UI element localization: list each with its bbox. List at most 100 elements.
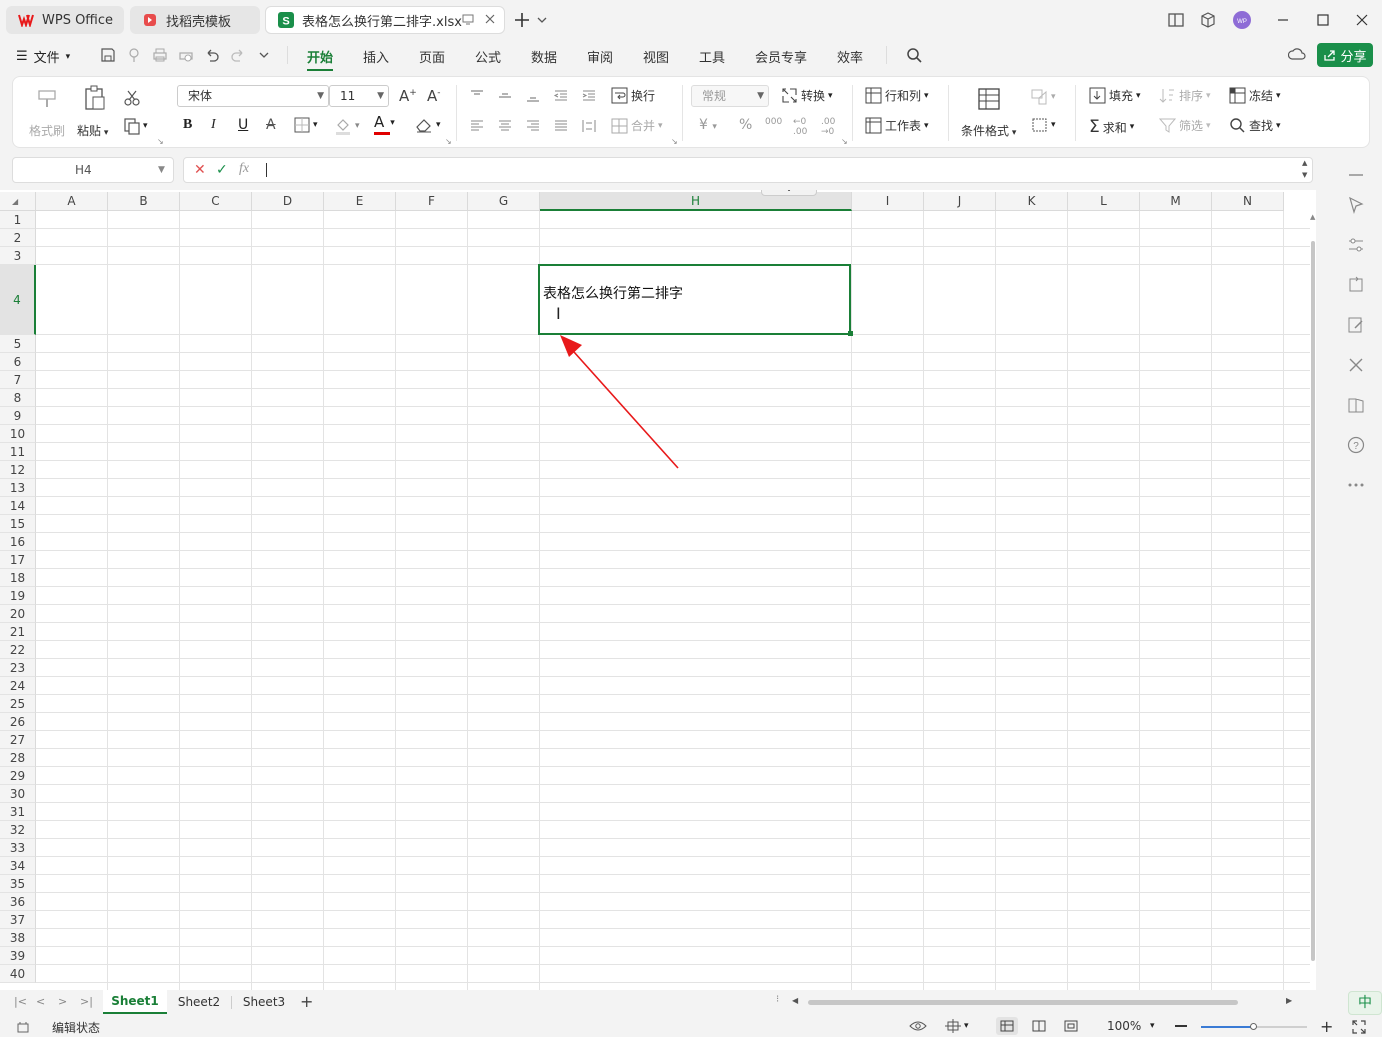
align-bottom-icon[interactable] (525, 89, 541, 103)
row-header-31[interactable]: 31 (0, 803, 36, 821)
split-handle[interactable]: ⁝ (776, 994, 779, 1005)
avatar[interactable]: WP (1233, 11, 1251, 29)
distributed-icon[interactable] (581, 119, 597, 133)
zoom-out-icon[interactable] (1175, 1025, 1187, 1027)
horizontal-scrollbar-thumb[interactable] (808, 1000, 1238, 1005)
column-header-i[interactable]: I (852, 192, 924, 211)
active-cell-text[interactable]: 表格怎么换行第二排字 (543, 283, 683, 303)
column-header-e[interactable]: E (324, 192, 396, 211)
conditional-format-button[interactable]: 条件格式 ▾ (959, 83, 1019, 143)
zoom-slider[interactable] (1201, 1023, 1307, 1030)
row-header-4[interactable]: 4 (0, 265, 36, 335)
sort-button[interactable]: 排序 ▾ (1159, 87, 1211, 104)
file-menu[interactable]: ☰ 文件 ▾ (16, 47, 70, 66)
column-header-m[interactable]: M (1140, 192, 1212, 211)
sheet-tab-sheet3[interactable]: Sheet3 (233, 990, 295, 1014)
tab-data[interactable]: 数据 (531, 47, 557, 66)
tab-member[interactable]: 会员专享 (755, 47, 807, 66)
row-header-17[interactable]: 17 (0, 551, 36, 569)
scroll-up-icon[interactable]: ▲ (1310, 213, 1315, 221)
select-pointer-icon[interactable] (1346, 195, 1366, 215)
formula-scroll-up-icon[interactable]: ▲ (1302, 159, 1307, 167)
close-window-icon[interactable] (1353, 11, 1371, 29)
help-icon[interactable]: ? (1346, 435, 1366, 455)
sheet-tab-sheet2[interactable]: Sheet2 (168, 990, 230, 1014)
page-break-view-icon[interactable] (1064, 1020, 1078, 1032)
row-header-30[interactable]: 30 (0, 785, 36, 803)
row-header-20[interactable]: 20 (0, 605, 36, 623)
normal-view-button[interactable] (996, 1017, 1018, 1035)
decrease-font-icon[interactable]: A- (427, 87, 441, 105)
page-layout-view-icon[interactable] (1032, 1020, 1046, 1032)
row-header-38[interactable]: 38 (0, 929, 36, 947)
alignment-launcher-icon[interactable]: ↘ (671, 137, 678, 146)
tools-icon[interactable] (1346, 355, 1366, 375)
new-tab-icon[interactable] (514, 12, 530, 28)
wrap-text-button[interactable]: 换行 (611, 87, 655, 104)
close-tab-icon[interactable] (484, 13, 496, 25)
edit-doc-icon[interactable] (1346, 315, 1366, 335)
select-all-corner[interactable]: ◢ (0, 192, 36, 211)
font-name-select[interactable]: 宋体 ▼ (177, 85, 329, 107)
eye-protection-icon[interactable] (909, 1019, 927, 1033)
align-top-icon[interactable] (469, 89, 485, 103)
thousands-icon[interactable]: 000 (765, 117, 782, 127)
find-button[interactable]: 查找 ▾ (1229, 117, 1281, 134)
filter-button[interactable]: 筛选 ▾ (1159, 117, 1211, 134)
italic-icon[interactable]: I (211, 117, 216, 133)
freeze-button[interactable]: 冻结 ▾ (1229, 87, 1281, 104)
fill-color-button[interactable]: ▾ (334, 117, 360, 135)
row-header-19[interactable]: 19 (0, 587, 36, 605)
number-format-select[interactable]: 常规 ▼ (691, 85, 769, 107)
number-launcher-icon[interactable]: ↘ (841, 137, 848, 146)
row-header-33[interactable]: 33 (0, 839, 36, 857)
row-header-18[interactable]: 18 (0, 569, 36, 587)
column-header-a[interactable]: A (36, 192, 108, 211)
percent-icon[interactable]: % (739, 117, 752, 133)
row-header-13[interactable]: 13 (0, 479, 36, 497)
decrease-indent-icon[interactable] (553, 89, 569, 103)
copy-button[interactable]: ▾ (123, 117, 148, 135)
column-header-g[interactable]: G (468, 192, 540, 211)
tab-view[interactable]: 视图 (643, 47, 669, 66)
add-sheet-icon[interactable]: + (300, 992, 313, 1011)
align-center-icon[interactable] (497, 119, 513, 133)
zoom-dropdown-icon[interactable]: ▾ (1150, 1021, 1155, 1031)
row-header-32[interactable]: 32 (0, 821, 36, 839)
row-header-6[interactable]: 6 (0, 353, 36, 371)
column-header-k[interactable]: K (996, 192, 1068, 211)
row-header-21[interactable]: 21 (0, 623, 36, 641)
column-header-l[interactable]: L (1068, 192, 1140, 211)
increase-decimal-icon[interactable]: ←0.00 (793, 117, 807, 137)
undo-icon[interactable] (204, 47, 220, 63)
row-col-button[interactable]: 行和列 ▾ (865, 87, 929, 104)
row-header-27[interactable]: 27 (0, 731, 36, 749)
row-header-23[interactable]: 23 (0, 659, 36, 677)
row-header-37[interactable]: 37 (0, 911, 36, 929)
column-header-j[interactable]: J (924, 192, 996, 211)
justify-icon[interactable] (553, 119, 569, 133)
row-header-11[interactable]: 11 (0, 443, 36, 461)
row-header-8[interactable]: 8 (0, 389, 36, 407)
decrease-decimal-icon[interactable]: .00 →0 (821, 117, 835, 137)
row-header-36[interactable]: 36 (0, 893, 36, 911)
cancel-entry-icon[interactable]: ✕ (194, 162, 206, 178)
clipboard-launcher-icon[interactable]: ↘ (157, 137, 164, 146)
column-header-n[interactable]: N (1212, 192, 1284, 211)
currency-icon[interactable]: ¥ ▾ (699, 117, 717, 133)
vertical-scrollbar[interactable]: ▲ (1310, 211, 1316, 990)
spreadsheet-grid[interactable]: ◢ ABCDEFGHIJKLMN 1 2 3 4 5 6 7 8 9 10 11 12 13 14 15 16… (0, 190, 1316, 990)
tab-list-chevron-icon[interactable] (537, 16, 547, 24)
collapse-icon[interactable] (1346, 165, 1366, 185)
row-header-1[interactable]: 1 (0, 211, 36, 229)
column-header-f[interactable]: F (396, 192, 468, 211)
row-header-35[interactable]: 35 (0, 875, 36, 893)
crosshair-button[interactable]: ▾ (945, 1019, 969, 1033)
underline-icon[interactable]: U (238, 117, 248, 133)
font-launcher-icon[interactable]: ↘ (445, 137, 452, 146)
next-sheet-icon[interactable]: > (58, 995, 67, 1008)
tab-wps-office[interactable]: WPS Office (6, 6, 124, 34)
align-left-icon[interactable] (469, 119, 485, 133)
expand-formula-bar-button[interactable]: ⌄ (761, 190, 817, 196)
row-header-15[interactable]: 15 (0, 515, 36, 533)
